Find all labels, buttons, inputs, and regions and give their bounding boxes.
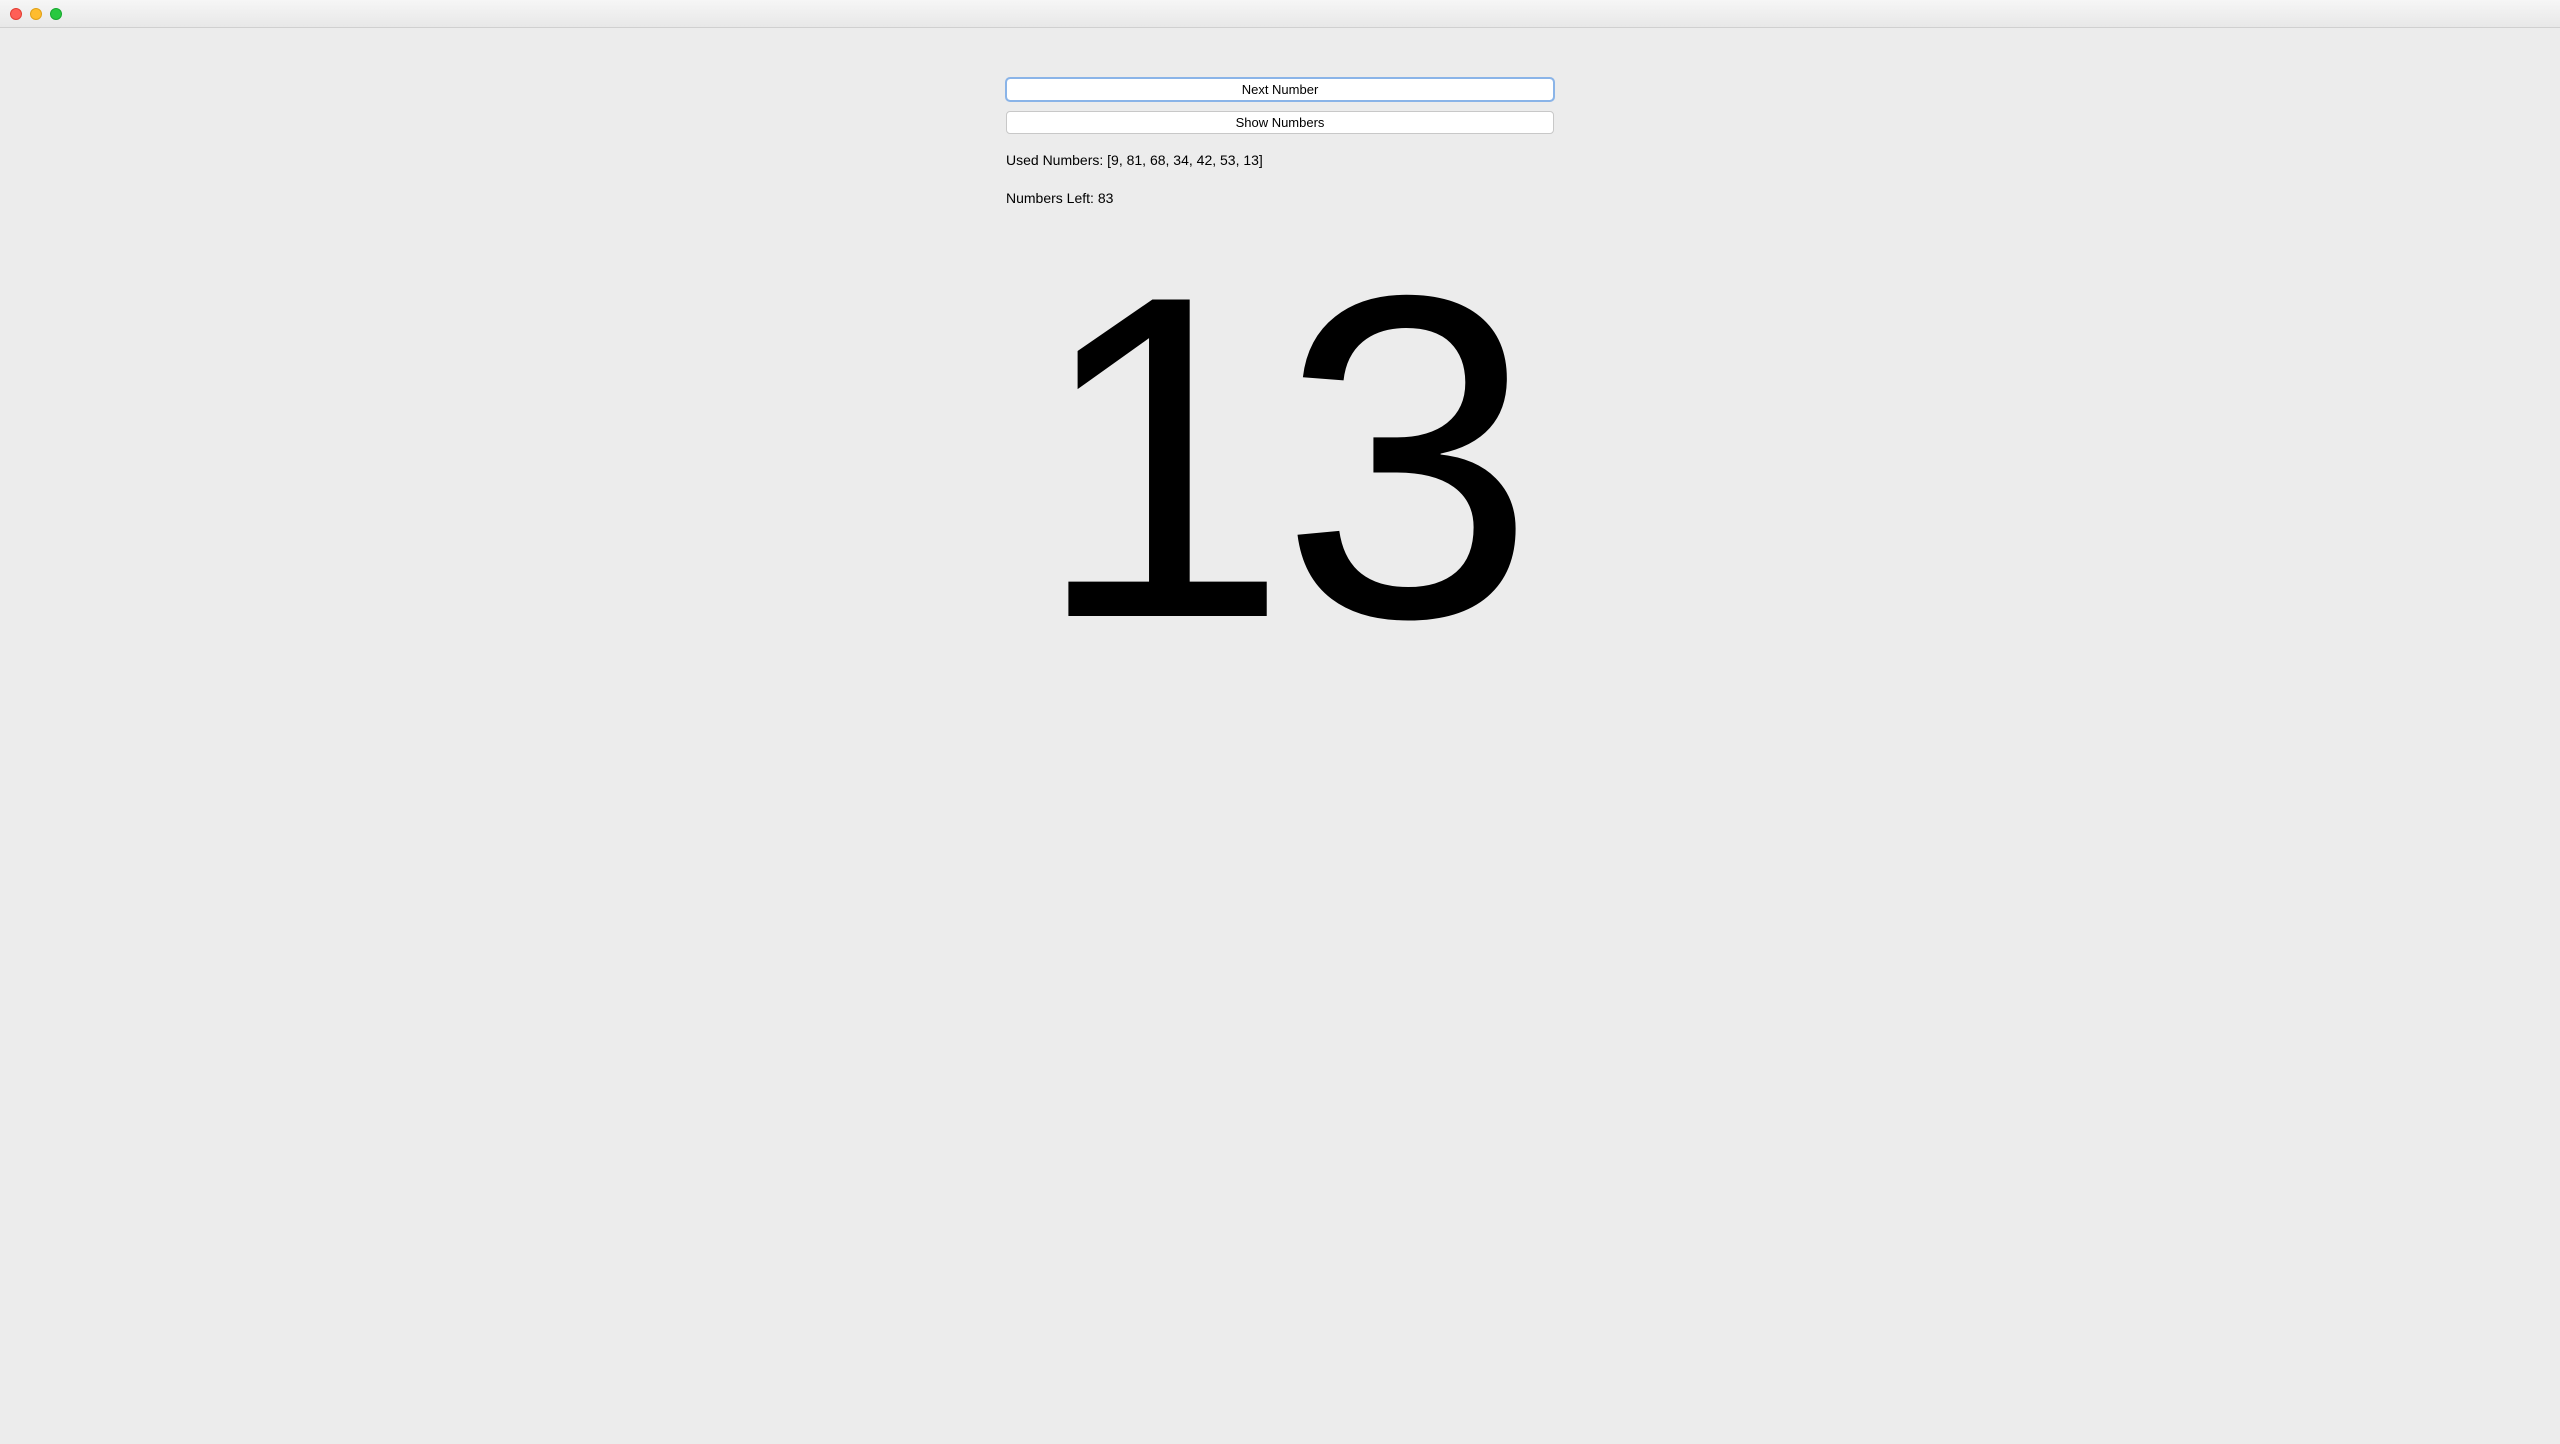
current-number-display: 13 [0, 228, 2560, 688]
zoom-icon[interactable] [50, 8, 62, 20]
show-numbers-button[interactable]: Show Numbers [1006, 111, 1554, 134]
center-panel: Next Number Show Numbers Used Numbers: [… [1006, 28, 1554, 206]
window-content: Next Number Show Numbers Used Numbers: [… [0, 28, 2560, 1444]
next-number-button[interactable]: Next Number [1006, 78, 1554, 101]
window-titlebar [0, 0, 2560, 28]
used-numbers-label: Used Numbers: [9, 81, 68, 34, 42, 53, 13… [1006, 152, 1554, 168]
minimize-icon[interactable] [30, 8, 42, 20]
close-icon[interactable] [10, 8, 22, 20]
